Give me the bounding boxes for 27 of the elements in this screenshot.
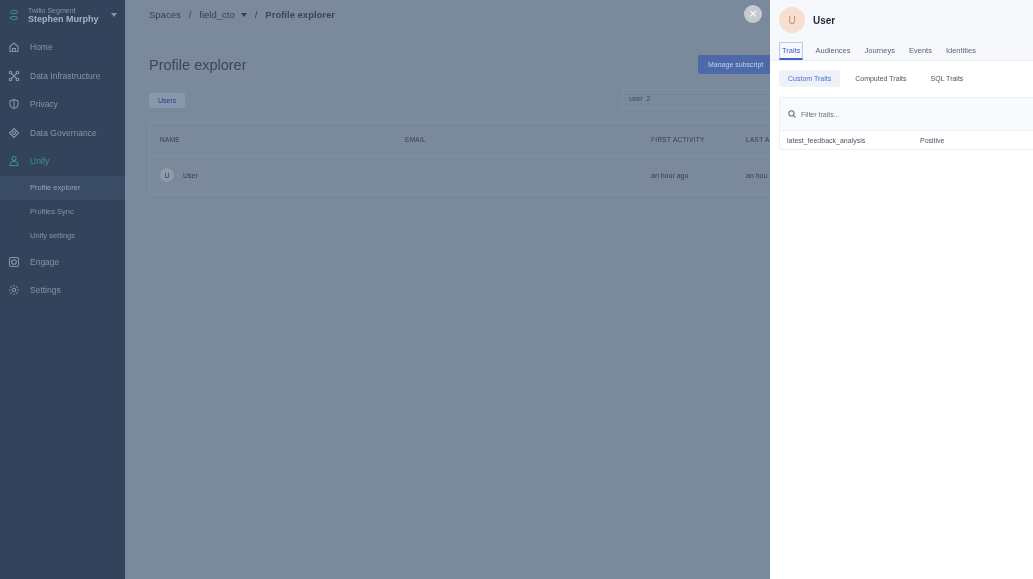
settings-icon bbox=[8, 284, 20, 297]
avatar: U bbox=[779, 7, 805, 33]
governance-icon bbox=[8, 126, 20, 139]
breadcrumb-separator: / bbox=[254, 9, 258, 20]
user-name: Stephen Murphy bbox=[28, 13, 100, 24]
breadcrumb-link[interactable]: Spaces bbox=[149, 9, 181, 20]
home-icon bbox=[8, 41, 20, 54]
nav-item[interactable]: Data Infrastructure bbox=[0, 61, 125, 90]
nav-item[interactable]: Unify bbox=[0, 147, 125, 176]
engage-icon bbox=[8, 255, 20, 268]
breadcrumb-separator: / bbox=[188, 9, 192, 20]
nav-item[interactable]: Settings bbox=[0, 276, 125, 305]
nodes-icon bbox=[8, 69, 20, 82]
nav-item[interactable]: Data Governance bbox=[0, 118, 125, 147]
nav-item[interactable]: Engage bbox=[0, 247, 125, 276]
profile-name: User bbox=[813, 14, 836, 26]
person-icon bbox=[8, 155, 20, 168]
caret-icon bbox=[240, 12, 247, 17]
shield-icon bbox=[8, 98, 20, 111]
page-title: Profile explorer bbox=[149, 56, 247, 73]
breadcrumb-link[interactable]: field_cto bbox=[199, 9, 235, 20]
nav-item[interactable]: Privacy bbox=[0, 90, 125, 119]
search-icon bbox=[788, 110, 796, 118]
nav-item[interactable]: Home bbox=[0, 33, 125, 62]
caret-icon[interactable] bbox=[111, 13, 117, 17]
breadcrumb-current: Profile explorer bbox=[265, 9, 336, 20]
logo-icon bbox=[8, 9, 20, 21]
